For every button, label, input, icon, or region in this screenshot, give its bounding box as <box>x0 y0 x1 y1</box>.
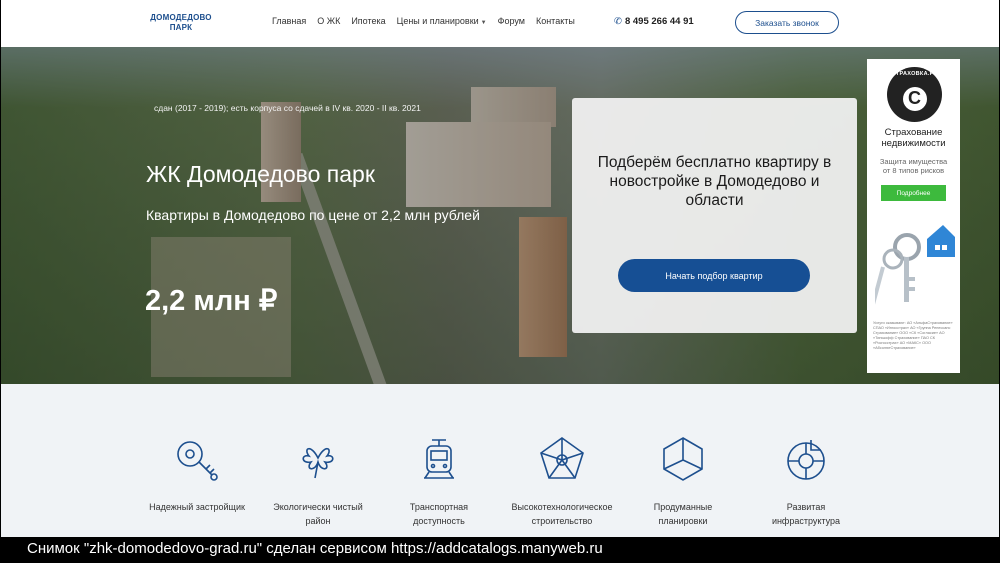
screenshot-caption: Снимок "zhk-domodedovo-grad.ru" сделан с… <box>0 537 1000 563</box>
nav-item-mortgage[interactable]: Ипотека <box>351 16 385 26</box>
feature-label: Развитая инфраструктура <box>741 500 871 528</box>
nav-item-contacts[interactable]: Контакты <box>536 16 575 26</box>
nav-item-forum[interactable]: Форум <box>498 16 525 26</box>
site-logo[interactable]: ДОМОДЕДОВО ПАРК <box>147 13 215 33</box>
phone-icon: ✆ <box>614 16 622 27</box>
feature-label-line2: доступность <box>413 516 465 526</box>
feature-label: Транспортная доступность <box>374 500 504 528</box>
hero-section: сдан (2017 - 2019); есть корпуса со сдач… <box>1 47 999 384</box>
feature-item: Надежный застройщик <box>132 434 262 514</box>
key-icon <box>177 441 218 481</box>
feature-item: Продуманные планировки <box>618 434 748 528</box>
ad-small-print: Услуги оказывают: АО «АльфаСтрахование» … <box>873 321 953 350</box>
nav-item-about[interactable]: О ЖК <box>317 16 340 26</box>
features-section: Надежный застройщик Экологически чистый … <box>1 384 999 537</box>
pentagon-icon <box>540 437 584 479</box>
infrastructure-icon <box>787 440 825 480</box>
feature-item: Транспортная доступность <box>374 434 504 528</box>
feature-item: Высокотехнологическое строительство <box>497 434 627 528</box>
feature-label: Надежный застройщик <box>132 500 262 514</box>
feature-label-line2: планировки <box>658 516 708 526</box>
ad-logo-text: СТРАХОВКА.РУ <box>891 71 938 77</box>
feature-label: Высокотехнологическое строительство <box>497 500 627 528</box>
phone-link[interactable]: ✆ 8 495 266 44 91 <box>614 16 694 27</box>
logo-line2: ПАРК <box>169 23 193 32</box>
clover-icon <box>302 447 334 479</box>
feature-label-line1: Продуманные <box>653 502 713 512</box>
ad-sub-line2: от 8 типов рисков <box>882 166 945 175</box>
train-icon <box>424 439 454 479</box>
ad-logo-letter: С <box>902 86 927 111</box>
apartment-pick-card: Подберём бесплатно квартиру в новостройк… <box>572 98 857 333</box>
ad-subtitle: Защита имущества от 8 типов рисков <box>867 157 960 175</box>
feature-label-line2: строительство <box>531 516 593 526</box>
ad-title: Страхование недвижимости <box>867 127 960 149</box>
site-header: ДОМОДЕДОВО ПАРК Главная О ЖК Ипотека Цен… <box>1 0 999 47</box>
feature-item: Экологически чистый район <box>253 434 383 528</box>
caret-down-icon: ▼ <box>480 20 487 26</box>
feature-item: Развитая инфраструктура <box>741 434 871 528</box>
cube-icon <box>663 437 703 481</box>
page: ДОМОДЕДОВО ПАРК Главная О ЖК Ипотека Цен… <box>0 0 1000 537</box>
phone-number: 8 495 266 44 91 <box>624 16 694 27</box>
callback-button[interactable]: Заказать звонок <box>735 11 839 34</box>
feature-label: Экологически чистый район <box>253 500 383 528</box>
house-keys-icon <box>875 225 955 307</box>
ad-title-line1: Страхование <box>884 127 943 138</box>
feature-label: Продуманные планировки <box>618 500 748 528</box>
nav-item-prices[interactable]: Цены и планировки ▼ <box>397 16 487 26</box>
ad-sub-line1: Защита имущества <box>879 157 948 166</box>
pick-card-title: Подберём бесплатно квартиру в новостройк… <box>597 154 832 209</box>
hero-title: ЖК Домодедово парк <box>146 161 375 187</box>
feature-label-line2: инфраструктура <box>771 516 841 526</box>
ad-more-button[interactable]: Подробнее <box>881 185 946 201</box>
logo-line1: ДОМОДЕДОВО <box>150 13 212 22</box>
feature-label-line2: район <box>305 516 331 526</box>
ad-title-line2: недвижимости <box>881 138 946 149</box>
nav-item-prices-label: Цены и планировки <box>396 16 479 26</box>
feature-label-line1: Высокотехнологическое <box>511 502 613 512</box>
hero-price: 2,2 млн ₽ <box>145 285 278 317</box>
nav-item-home[interactable]: Главная <box>272 16 306 26</box>
main-nav: Главная О ЖК Ипотека Цены и планировки ▼ … <box>272 16 586 26</box>
start-pick-button[interactable]: Начать подбор квартир <box>618 259 810 292</box>
strakhovka-logo: СТРАХОВКА.РУ С <box>887 67 942 122</box>
feature-label-line1: Надежный застройщик <box>149 502 245 512</box>
insurance-ad-banner[interactable]: СТРАХОВКА.РУ С Страхование недвижимости … <box>867 59 960 373</box>
feature-label-line1: Транспортная <box>409 502 469 512</box>
feature-label-line1: Развитая <box>786 502 826 512</box>
hero-description: Квартиры в Домодедово по цене от 2,2 млн… <box>146 207 480 223</box>
feature-label-line1: Экологически чистый <box>273 502 363 512</box>
hero-subtitle: сдан (2017 - 2019); есть корпуса со сдач… <box>154 103 421 113</box>
